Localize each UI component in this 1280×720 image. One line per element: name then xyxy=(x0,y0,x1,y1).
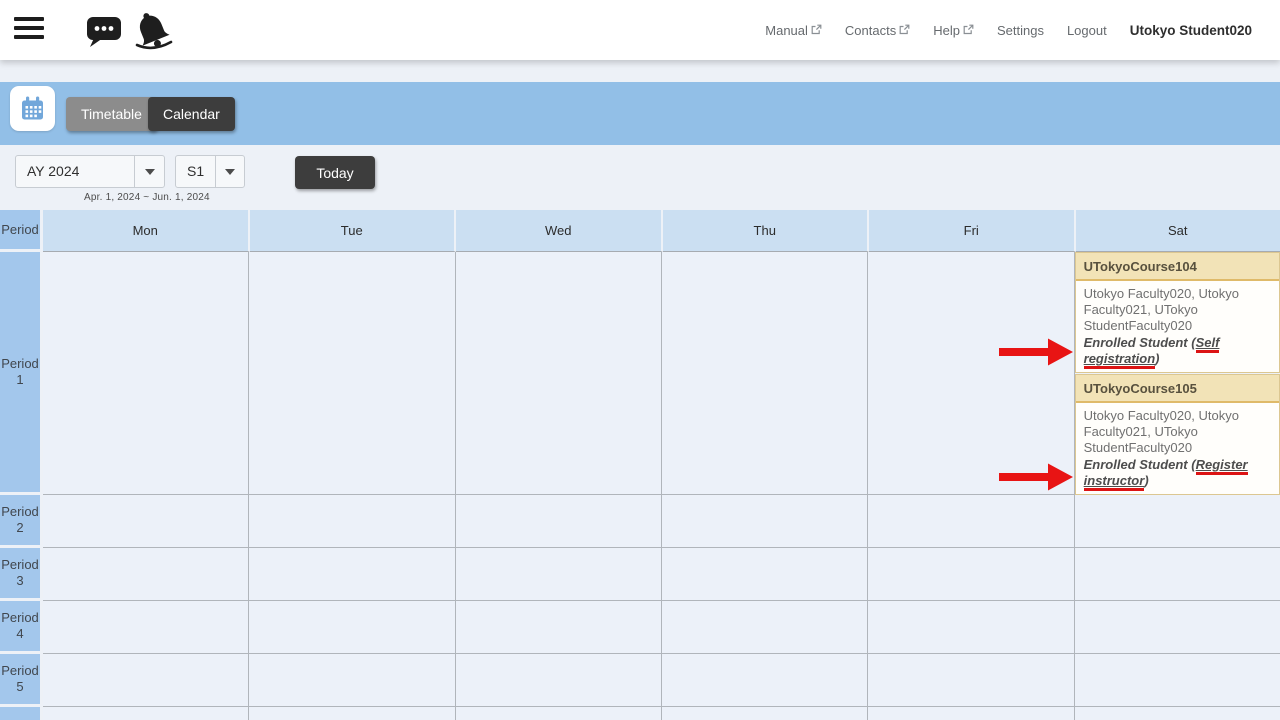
term-select[interactable]: S1 xyxy=(175,155,245,188)
nav-help[interactable]: Help xyxy=(933,23,974,38)
external-link-icon xyxy=(963,24,974,35)
day-header-wed: Wed xyxy=(456,210,663,252)
notifications-icon[interactable] xyxy=(129,7,175,53)
day-header-row: Period Mon Tue Wed Thu Fri Sat xyxy=(0,210,1280,252)
cell-thu-p1[interactable] xyxy=(662,252,868,495)
cell-mon-p4[interactable] xyxy=(43,601,249,654)
external-link-icon xyxy=(811,24,822,35)
period-label-5: Period 5 xyxy=(0,654,40,707)
timetable-grid: Period Mon Tue Wed Thu Fri Sat Period 1 … xyxy=(0,210,1280,720)
cell-tue-p2[interactable] xyxy=(249,495,455,548)
timetable-toolbar: Timetable Calendar xyxy=(0,82,1280,145)
nav-contacts[interactable]: Contacts xyxy=(845,23,910,38)
cell-thu-p3[interactable] xyxy=(662,548,868,601)
caret-down-icon xyxy=(215,156,244,187)
period-label-3: Period 3 xyxy=(0,548,40,601)
cell-thu-p5[interactable] xyxy=(662,654,868,707)
cell-sat-p4[interactable] xyxy=(1075,601,1280,654)
cell-tue-p1[interactable] xyxy=(249,252,455,495)
tab-calendar[interactable]: Calendar xyxy=(148,97,235,131)
menu-icon[interactable] xyxy=(14,17,44,43)
cell-wed-p6[interactable] xyxy=(456,707,662,720)
cell-wed-p1[interactable] xyxy=(456,252,662,495)
year-select-value: AY 2024 xyxy=(16,156,134,187)
cell-fri-p1[interactable] xyxy=(868,252,1074,495)
period-3-row: Period 3 xyxy=(0,548,1280,601)
cell-tue-p5[interactable] xyxy=(249,654,455,707)
date-range: Apr. 1, 2024 ~ Jun. 1, 2024 xyxy=(84,192,210,203)
cell-fri-p3[interactable] xyxy=(868,548,1074,601)
cell-thu-p4[interactable] xyxy=(662,601,868,654)
course-instructors: Utokyo Faculty020, Utokyo Faculty021, UT… xyxy=(1084,286,1271,334)
cell-thu-p2[interactable] xyxy=(662,495,868,548)
cell-tue-p4[interactable] xyxy=(249,601,455,654)
top-nav: Manual Contacts Help Settings Lo xyxy=(765,0,1252,60)
cell-wed-p4[interactable] xyxy=(456,601,662,654)
enrollment-status: Enrolled Student (Register instructor) xyxy=(1084,457,1271,489)
day-header-fri: Fri xyxy=(869,210,1076,252)
cell-wed-p2[interactable] xyxy=(456,495,662,548)
today-button[interactable]: Today xyxy=(295,156,375,189)
nav-logout[interactable]: Logout xyxy=(1067,23,1107,38)
course-title: UTokyoCourse105 xyxy=(1076,375,1279,403)
cell-mon-p2[interactable] xyxy=(43,495,249,548)
calendar-icon xyxy=(10,86,55,131)
nav-manual[interactable]: Manual xyxy=(765,23,822,38)
period-1-row: Period 1 UTokyoCourse104 Utokyo Faculty0… xyxy=(0,252,1280,495)
period-column-header: Period xyxy=(0,210,40,252)
cell-sat-p2[interactable] xyxy=(1075,495,1280,548)
course-details: Utokyo Faculty020, Utokyo Faculty021, UT… xyxy=(1076,403,1279,494)
period-5-row: Period 5 xyxy=(0,654,1280,707)
course-title: UTokyoCourse104 xyxy=(1076,253,1279,281)
nav-settings[interactable]: Settings xyxy=(997,23,1044,38)
period-4-row: Period 4 xyxy=(0,601,1280,654)
cell-wed-p5[interactable] xyxy=(456,654,662,707)
annotation-arrow-2 xyxy=(999,462,1073,492)
caret-down-icon xyxy=(134,156,164,187)
cell-fri-p4[interactable] xyxy=(868,601,1074,654)
cell-thu-p6[interactable] xyxy=(662,707,868,720)
period-label-1: Period 1 xyxy=(0,252,40,495)
cell-tue-p3[interactable] xyxy=(249,548,455,601)
filter-bar: AY 2024 S1 Apr. 1, 2024 ~ Jun. 1, 2024 T… xyxy=(0,145,1280,210)
cell-mon-p5[interactable] xyxy=(43,654,249,707)
day-header-sat: Sat xyxy=(1076,210,1280,252)
period-6-row-partial xyxy=(0,707,1280,720)
cell-fri-p2[interactable] xyxy=(868,495,1074,548)
cell-wed-p3[interactable] xyxy=(456,548,662,601)
cell-fri-p5[interactable] xyxy=(868,654,1074,707)
cell-sat-p3[interactable] xyxy=(1075,548,1280,601)
period-label-6 xyxy=(0,707,40,720)
user-name: Utokyo Student020 xyxy=(1130,23,1252,38)
enrollment-status: Enrolled Student (Self registration) xyxy=(1084,335,1271,367)
period-label-4: Period 4 xyxy=(0,601,40,654)
cell-mon-p3[interactable] xyxy=(43,548,249,601)
year-select[interactable]: AY 2024 xyxy=(15,155,165,188)
day-header-tue: Tue xyxy=(250,210,457,252)
term-select-value: S1 xyxy=(176,156,215,187)
annotation-arrow-1 xyxy=(999,337,1073,367)
external-link-icon xyxy=(899,24,910,35)
cell-sat-p1: UTokyoCourse104 Utokyo Faculty020, Utoky… xyxy=(1075,252,1280,495)
day-header-thu: Thu xyxy=(663,210,870,252)
course-details: Utokyo Faculty020, Utokyo Faculty021, UT… xyxy=(1076,281,1279,372)
course-card-utokyocourse105[interactable]: UTokyoCourse105 Utokyo Faculty020, Utoky… xyxy=(1075,374,1280,495)
period-2-row: Period 2 xyxy=(0,495,1280,548)
course-instructors: Utokyo Faculty020, Utokyo Faculty021, UT… xyxy=(1084,408,1271,456)
period-label-2: Period 2 xyxy=(0,495,40,548)
day-header-mon: Mon xyxy=(43,210,250,252)
cell-fri-p6[interactable] xyxy=(868,707,1074,720)
tab-timetable[interactable]: Timetable xyxy=(66,97,157,131)
cell-mon-p1[interactable] xyxy=(43,252,249,495)
cell-mon-p6[interactable] xyxy=(43,707,249,720)
cell-sat-p5[interactable] xyxy=(1075,654,1280,707)
messages-icon[interactable] xyxy=(86,14,123,48)
cell-sat-p6[interactable] xyxy=(1075,707,1280,720)
cell-tue-p6[interactable] xyxy=(249,707,455,720)
course-card-utokyocourse104[interactable]: UTokyoCourse104 Utokyo Faculty020, Utoky… xyxy=(1075,252,1280,373)
top-header: Manual Contacts Help Settings Lo xyxy=(0,0,1280,60)
